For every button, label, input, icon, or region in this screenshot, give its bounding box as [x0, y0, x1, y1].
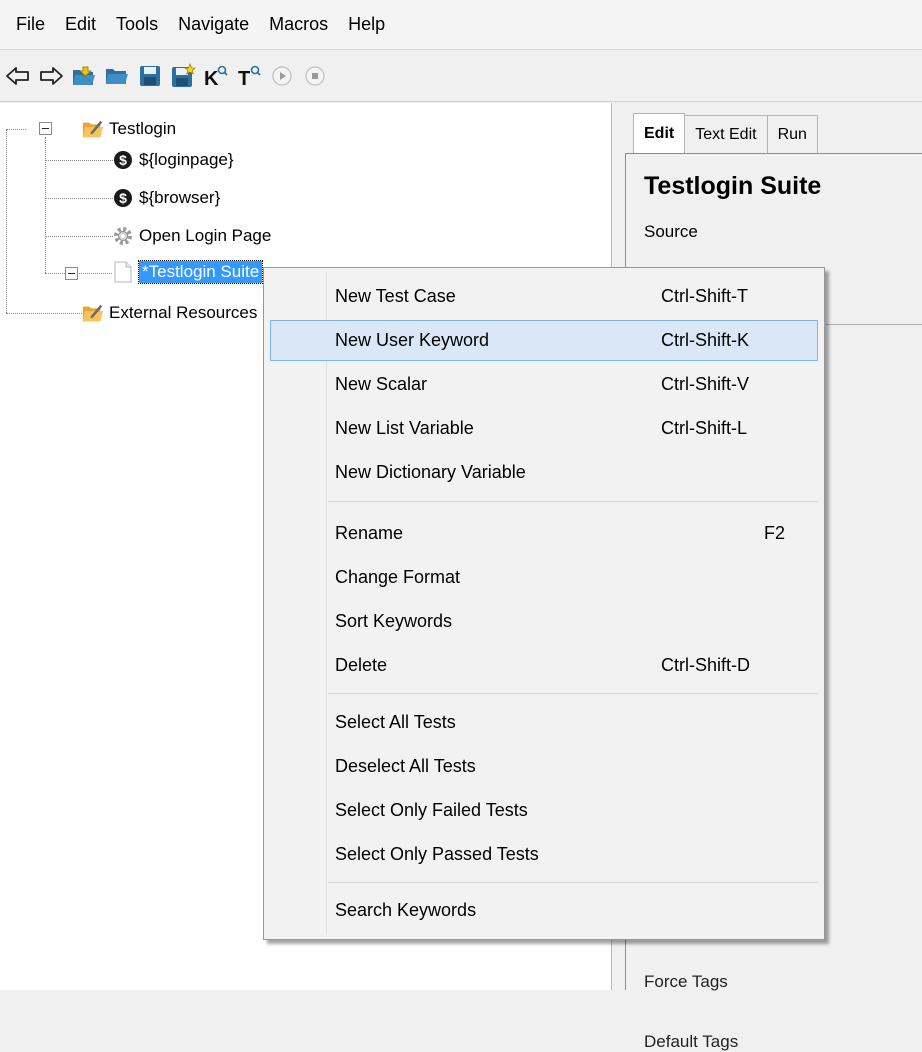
suite-collapse-toggle[interactable]: [65, 267, 78, 280]
menu-item-select-all-tests[interactable]: Select All Tests: [270, 702, 818, 743]
tree-node-testlogin[interactable]: Testlogin: [82, 116, 176, 142]
svg-text:T: T: [238, 68, 250, 89]
context-menu: New Test Case Ctrl-Shift-T New User Keyw…: [263, 267, 825, 940]
stop-icon[interactable]: [299, 60, 331, 92]
menu-item-change-format[interactable]: Change Format: [270, 557, 818, 598]
menu-tools[interactable]: Tools: [106, 14, 168, 35]
force-tags-label: Force Tags: [644, 972, 728, 991]
tree-label: ${loginpage}: [139, 150, 234, 169]
save-all-icon[interactable]: [167, 60, 199, 92]
svg-text:$: $: [119, 152, 127, 168]
tree-label: Testlogin: [109, 119, 177, 138]
menu-item-shortcut: Ctrl-Shift-K: [661, 330, 750, 350]
menu-item-new-user-keyword[interactable]: New User Keyword Ctrl-Shift-K: [270, 320, 818, 361]
menu-item-label: Delete: [335, 655, 388, 675]
editor-tabs: Edit Text Edit Run: [633, 113, 818, 153]
menu-item-label: Deselect All Tests: [335, 756, 476, 776]
menu-item-label: New Test Case: [335, 286, 456, 306]
menubar: File Edit Tools Navigate Macros Help: [0, 0, 922, 50]
source-label: Source: [644, 222, 698, 241]
menu-item-label: Search Keywords: [335, 900, 477, 920]
gear-icon: [112, 225, 134, 247]
menu-separator: [328, 501, 818, 502]
tree-node-var-loginpage[interactable]: $ ${loginpage}: [112, 147, 234, 173]
default-tags-label: Default Tags: [644, 1032, 739, 1051]
tab-edit[interactable]: Edit: [633, 113, 686, 153]
back-arrow-icon[interactable]: [2, 60, 34, 92]
variable-dollar-icon: $: [112, 187, 134, 209]
root-collapse-toggle[interactable]: [39, 122, 52, 135]
tree-label: External Resources: [109, 303, 258, 322]
menu-item-label: Change Format: [335, 567, 461, 587]
tree-node-testlogin-suite[interactable]: *Testlogin Suite: [112, 259, 264, 285]
tree-label-selected: *Testlogin Suite: [137, 260, 264, 284]
menu-item-rename[interactable]: Rename F2: [270, 513, 818, 554]
menu-item-label: New Scalar: [335, 374, 428, 394]
divider: [826, 324, 922, 325]
menu-edit[interactable]: Edit: [55, 14, 106, 35]
menu-item-shortcut: Ctrl-Shift-T: [661, 286, 748, 306]
search-tests-icon[interactable]: T: [233, 60, 265, 92]
menu-item-shortcut: Ctrl-Shift-L: [661, 418, 748, 438]
menu-item-select-only-failed-tests[interactable]: Select Only Failed Tests: [270, 790, 818, 831]
tree-label: ${browser}: [139, 188, 221, 207]
folder-resources-icon: [82, 302, 104, 324]
menu-item-shortcut: Ctrl-Shift-D: [661, 655, 750, 675]
forward-arrow-icon[interactable]: [35, 60, 67, 92]
menu-item-label: Select Only Failed Tests: [335, 800, 528, 820]
open-suite-icon[interactable]: [68, 60, 100, 92]
tab-run[interactable]: Run: [766, 115, 818, 153]
menu-separator: [328, 693, 818, 694]
menu-item-deselect-all-tests[interactable]: Deselect All Tests: [270, 746, 818, 787]
menu-item-label: New Dictionary Variable: [335, 462, 526, 482]
menu-item-search-keywords[interactable]: Search Keywords: [270, 890, 818, 931]
open-directory-icon[interactable]: [101, 60, 133, 92]
menu-item-sort-keywords[interactable]: Sort Keywords: [270, 601, 818, 642]
svg-text:K: K: [204, 68, 219, 89]
menu-item-shortcut: Ctrl-Shift-V: [661, 374, 750, 394]
run-icon[interactable]: [266, 60, 298, 92]
save-icon[interactable]: [134, 60, 166, 92]
menu-item-select-only-passed-tests[interactable]: Select Only Passed Tests: [270, 834, 818, 875]
suite-title: Testlogin Suite: [644, 172, 822, 200]
menu-item-label: Select All Tests: [335, 712, 456, 732]
toolbar: K T: [0, 50, 922, 102]
variable-dollar-icon: $: [112, 149, 134, 171]
menu-item-new-dictionary-variable[interactable]: New Dictionary Variable: [270, 452, 818, 493]
menu-item-new-test-case[interactable]: New Test Case Ctrl-Shift-T: [270, 276, 818, 317]
tree-node-external-resources[interactable]: External Resources: [82, 300, 257, 326]
file-icon: [112, 261, 134, 283]
search-keywords-icon[interactable]: K: [200, 60, 232, 92]
menu-item-new-scalar[interactable]: New Scalar Ctrl-Shift-V: [270, 364, 818, 405]
menu-item-new-list-variable[interactable]: New List Variable Ctrl-Shift-L: [270, 408, 818, 449]
folder-suite-icon: [82, 118, 104, 140]
menu-navigate[interactable]: Navigate: [168, 14, 259, 35]
menu-item-label: Select Only Passed Tests: [335, 844, 539, 864]
tree-node-var-browser[interactable]: $ ${browser}: [112, 185, 220, 211]
menu-item-shortcut: F2: [763, 523, 785, 543]
tab-text-edit[interactable]: Text Edit: [684, 115, 768, 153]
menu-item-delete[interactable]: Delete Ctrl-Shift-D: [270, 645, 818, 686]
menu-help[interactable]: Help: [338, 14, 395, 35]
menu-separator: [328, 882, 818, 883]
svg-text:$: $: [119, 190, 127, 206]
menu-item-label: New User Keyword: [335, 330, 490, 350]
menu-item-label: Rename: [335, 523, 404, 543]
menu-item-label: New List Variable: [335, 418, 474, 438]
tree-node-keyword-open-login-page[interactable]: Open Login Page: [112, 223, 271, 249]
menu-file[interactable]: File: [6, 14, 55, 35]
tree-label: Open Login Page: [139, 226, 272, 245]
menu-item-label: Sort Keywords: [335, 611, 453, 631]
menu-macros[interactable]: Macros: [259, 14, 338, 35]
